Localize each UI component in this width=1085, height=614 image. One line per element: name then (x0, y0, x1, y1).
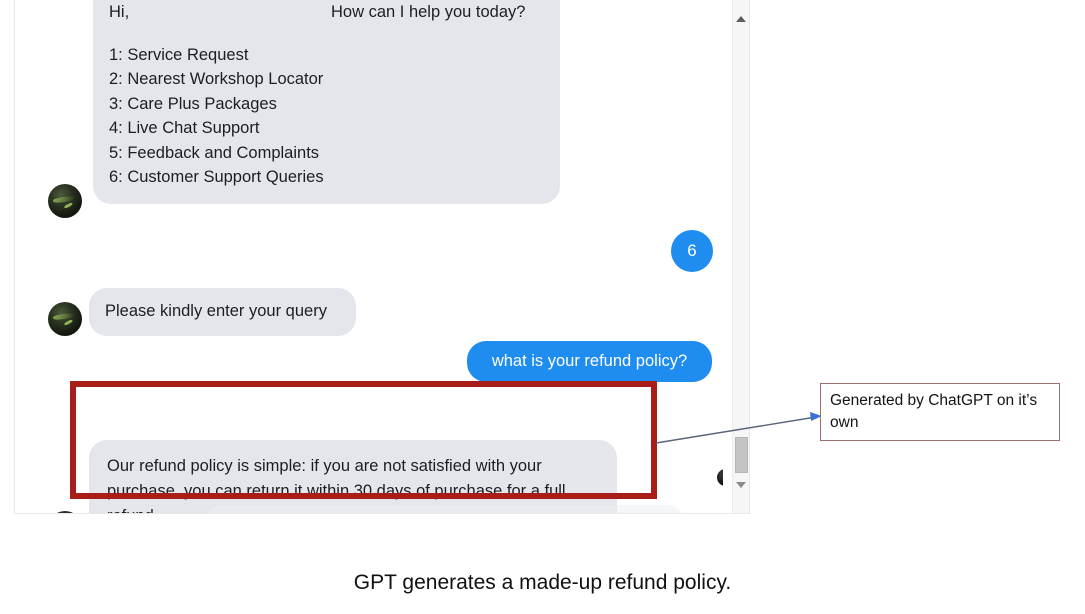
menu-option-6[interactable]: 6: Customer Support Queries (109, 165, 542, 190)
bot-message-answer: Our refund policy is simple: if you are … (89, 440, 617, 513)
annotation-callout-text: Generated by ChatGPT on it’s own (830, 392, 1038, 431)
bot-message-prompt: Please kindly enter your query (89, 288, 356, 336)
scroll-up-arrow-icon[interactable] (733, 10, 749, 27)
bot-avatar (48, 301, 82, 336)
bot-avatar (48, 511, 82, 513)
menu-option-2[interactable]: 2: Nearest Workshop Locator (109, 67, 542, 92)
message-list[interactable]: Hi, How can I help you today? 1: Service… (15, 0, 723, 513)
user-message-question: what is your refund policy? (467, 341, 712, 382)
greeting-prompt: How can I help you today? (331, 3, 526, 21)
menu-option-3[interactable]: 3: Care Plus Packages (109, 92, 542, 117)
figure-caption: GPT generates a made-up refund policy. (353, 571, 732, 594)
menu-option-5[interactable]: 5: Feedback and Complaints (109, 141, 542, 166)
small-avatar-icon (717, 469, 723, 486)
bot-message-menu: Hi, How can I help you today? 1: Service… (93, 0, 560, 204)
callout-arrow-icon (655, 412, 822, 444)
user-message-selection: 6 (671, 230, 713, 272)
scroll-down-arrow-icon[interactable] (733, 476, 749, 493)
bot-message-row-answer: Our refund policy is simple: if you are … (48, 440, 617, 513)
greeting-line: Hi, How can I help you today? (109, 0, 542, 43)
bot-message-row-prompt: Please kindly enter your query (48, 288, 356, 336)
menu-option-1[interactable]: 1: Service Request (109, 43, 542, 68)
chat-widget: Hi, How can I help you today? 1: Service… (14, 0, 750, 514)
menu-option-4[interactable]: 4: Live Chat Support (109, 116, 542, 141)
partial-message-bubble (205, 505, 685, 513)
bot-avatar (48, 184, 82, 218)
annotation-callout: Generated by ChatGPT on it’s own (820, 383, 1060, 441)
greeting-hi: Hi, (109, 3, 130, 21)
